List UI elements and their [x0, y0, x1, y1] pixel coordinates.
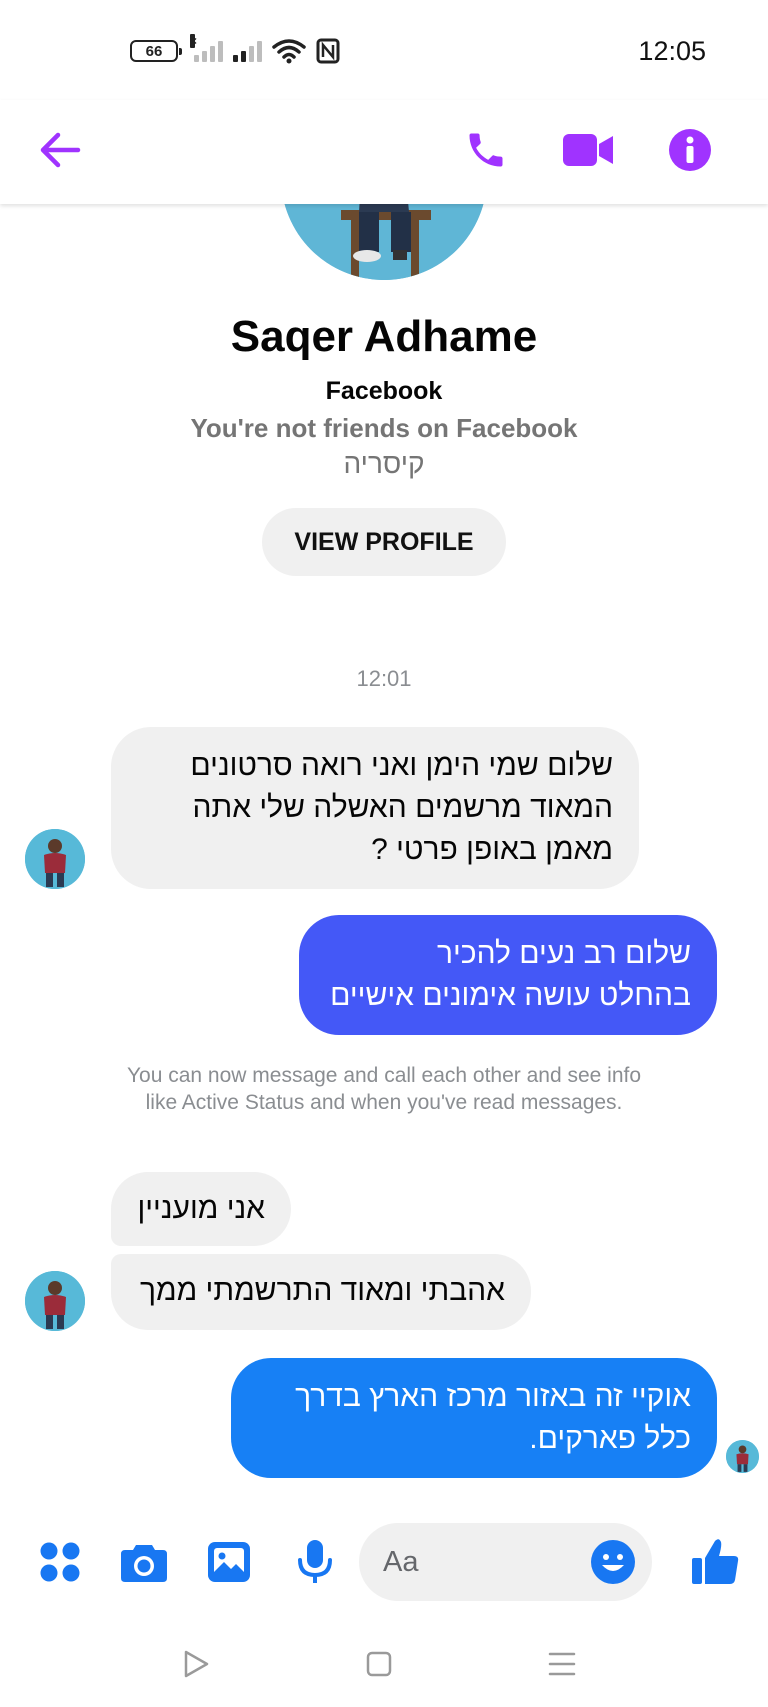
message-timestamp: 12:01: [356, 666, 412, 691]
message-input-wrapper: [359, 1523, 652, 1601]
message-bubble-incoming[interactable]: שלום שמי הימן ואני רואה סרטונים המאוד מר…: [111, 727, 639, 889]
gallery-icon: [208, 1542, 250, 1582]
battery-icon: 66: [130, 40, 182, 62]
thumbs-up-icon: [692, 1539, 739, 1584]
view-profile-button[interactable]: VIEW PROFILE: [262, 508, 506, 576]
message-line: אני מועניין: [137, 1192, 265, 1225]
camera-icon: [121, 1545, 167, 1582]
signal-2-icon: [233, 40, 262, 62]
arrow-left-icon: [40, 132, 81, 168]
chat-header: [0, 100, 768, 204]
message-line: בהחלט עושה אימונים אישיים: [330, 979, 691, 1012]
emoji-icon[interactable]: [588, 1537, 638, 1587]
avatar-photo: [726, 1440, 759, 1473]
message-input[interactable]: [383, 1541, 583, 1583]
phone-icon: [469, 133, 503, 167]
message-bubble-incoming[interactable]: אני מועניין: [111, 1172, 291, 1246]
signal-1-icon: ×: [190, 34, 223, 62]
like-button[interactable]: [683, 1530, 747, 1594]
system-navigation-bar: [0, 1620, 768, 1707]
status-bar: 66 × 12:05: [0, 0, 768, 100]
sender-avatar[interactable]: [25, 1271, 85, 1331]
message-line: אהבתי ומאוד התרשמתי ממך: [139, 1274, 505, 1307]
status-icons: 66 ×: [130, 34, 340, 68]
back-triangle-icon: [184, 1650, 209, 1678]
menu-lines-icon: [548, 1652, 576, 1676]
info-icon: [669, 129, 711, 171]
apps-icon: [40, 1542, 80, 1582]
nav-menu-button[interactable]: [540, 1642, 584, 1686]
voice-message-button[interactable]: [287, 1534, 343, 1590]
info-button[interactable]: [660, 120, 720, 180]
apps-button[interactable]: [32, 1534, 88, 1590]
message-line: שלום רב נעים להכיר: [437, 937, 691, 970]
camera-button[interactable]: [116, 1534, 172, 1590]
clock: 12:05: [638, 36, 706, 66]
friend-status: You're not friends on Facebook: [190, 413, 578, 443]
wifi-icon: [272, 39, 306, 64]
message-bubble-outgoing[interactable]: אוקיי זה באזור מרכז הארץ בדרך כלל פארקים…: [231, 1358, 717, 1478]
message-bubble-outgoing[interactable]: שלום רב נעים להכיר בהחלט עושה אימונים אי…: [299, 915, 717, 1035]
profile-platform: Facebook: [325, 377, 443, 405]
audio-call-button[interactable]: [456, 120, 516, 180]
message-line: כלל פארקים.: [529, 1422, 691, 1455]
message-line: אוקיי זה באזור מרכז הארץ בדרך: [295, 1380, 691, 1413]
message-line: המאוד מרשמים האשלה שלי אתה: [192, 791, 613, 824]
profile-location: קיסריה: [343, 448, 425, 479]
system-notice: You can now message and call each other …: [126, 1064, 642, 1114]
nfc-icon: [316, 38, 340, 64]
nav-home-button[interactable]: [357, 1642, 401, 1686]
sender-avatar[interactable]: [25, 829, 85, 889]
back-button[interactable]: [30, 120, 90, 180]
home-square-icon: [366, 1651, 392, 1677]
gallery-button[interactable]: [201, 1534, 257, 1590]
message-composer: [0, 1512, 768, 1612]
video-camera-icon: [563, 134, 613, 166]
message-bubble-incoming[interactable]: אהבתי ומאוד התרשמתי ממך: [111, 1254, 531, 1330]
video-call-button[interactable]: [558, 120, 618, 180]
message-line: מאמן באופן פרטי ?: [371, 833, 613, 866]
avatar-photo: [25, 829, 85, 889]
battery-level: 66: [145, 42, 163, 60]
seen-indicator-avatar: [726, 1440, 759, 1473]
profile-name: Saqer Adhame: [230, 312, 538, 361]
nav-back-button[interactable]: [174, 1642, 218, 1686]
avatar-photo: [25, 1271, 85, 1331]
message-line: שלום שמי הימן ואני רואה סרטונים: [190, 749, 613, 782]
microphone-icon: [298, 1540, 332, 1583]
